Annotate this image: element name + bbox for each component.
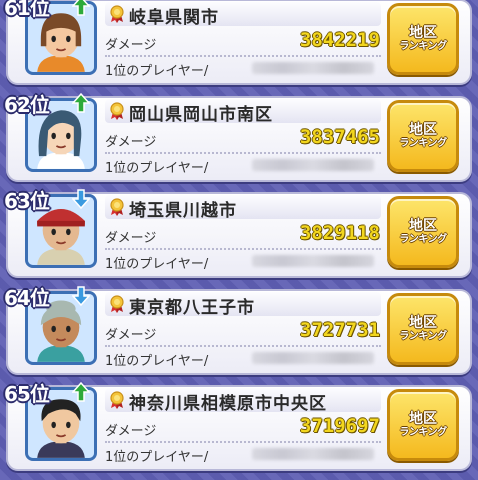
area-ranking-button-line1: 地区	[409, 121, 437, 138]
trend-down-arrow-icon	[71, 285, 91, 306]
city-title-bar: 神奈川県相模原市中央区	[105, 388, 381, 414]
divider	[105, 55, 381, 57]
damage-label: ダメージ	[105, 38, 157, 53]
damage-label: ダメージ	[105, 134, 157, 150]
area-ranking-button-line2: ランキング	[399, 330, 447, 342]
trend-up-arrow-icon	[71, 92, 91, 113]
ranking-row: 63位 埼玉県川越市 ダメージ 3829118 1位のプレイヤー/ 地区 ランキ…	[0, 187, 478, 279]
city-title-bar: 東京都八王子市	[105, 291, 381, 318]
area-ranking-button[interactable]: 地区 ランキング	[387, 99, 459, 172]
damage-value: 3727731	[299, 318, 380, 341]
city-name: 埼玉県川越市	[129, 201, 237, 221]
ranking-row: 65位 神奈川県相模原市中央区 ダメージ 3719697 1位のプレイヤー/ 地…	[0, 380, 478, 472]
top-player-name-blurred	[252, 158, 374, 171]
top-player-name-blurred	[252, 448, 374, 460]
top-player-label: 1位のプレイヤー/	[105, 353, 209, 369]
area-ranking-button-line1: 地区	[409, 314, 437, 331]
divider	[105, 441, 381, 443]
area-ranking-button[interactable]: 地区 ランキング	[387, 292, 459, 365]
ranking-row: 64位 東京都八王子市 ダメージ 3727731 1位のプレイヤー/ 地区 ラン…	[0, 284, 478, 376]
area-ranking-button-line1: 地区	[409, 218, 437, 235]
top-player-name-blurred	[252, 351, 374, 364]
top-player-label: 1位のプレイヤー/	[105, 160, 209, 176]
damage-value: 3842219	[299, 29, 380, 51]
ranking-row: 62位 岡山県岡山市南区 ダメージ 3837465 1位のプレイヤー/ 地区 ラ…	[0, 91, 478, 183]
area-ranking-button-line2: ランキング	[399, 137, 447, 149]
damage-label: ダメージ	[105, 327, 157, 343]
divider	[105, 248, 381, 250]
city-name: 東京都八王子市	[129, 297, 255, 318]
ranking-row: 61位 岐阜県関市 ダメージ 3842219 1位のプレイヤー/ 地区 ランキン…	[0, 0, 478, 86]
top-player-label: 1位のプレイヤー/	[105, 257, 209, 272]
trend-up-arrow-icon	[71, 381, 91, 402]
area-ranking-button-line1: 地区	[409, 25, 437, 42]
area-ranking-button-line2: ランキング	[399, 427, 447, 439]
top-player-label: 1位のプレイヤー/	[105, 450, 209, 465]
city-name: 岐阜県関市	[129, 8, 219, 28]
area-ranking-button[interactable]: 地区 ランキング	[387, 3, 459, 75]
area-ranking-button[interactable]: 地区 ランキング	[387, 196, 459, 268]
rank-label: 61位	[4, 0, 50, 20]
medal-icon	[109, 391, 125, 409]
medal-icon	[109, 101, 125, 120]
damage-value: 3829118	[299, 222, 380, 244]
area-ranking-button[interactable]: 地区 ランキング	[387, 389, 459, 461]
medal-icon	[109, 198, 125, 216]
trend-down-arrow-icon	[71, 189, 91, 210]
top-player-label: 1位のプレイヤー/	[105, 64, 209, 79]
city-title-bar: 岐阜県関市	[105, 2, 381, 28]
top-player-name-blurred	[252, 255, 374, 267]
rank-label: 63位	[4, 189, 50, 213]
area-ranking-button-line2: ランキング	[399, 234, 447, 246]
medal-icon	[109, 294, 125, 313]
rank-label: 65位	[4, 382, 50, 406]
city-name: 岡山県岡山市南区	[129, 104, 273, 125]
damage-value: 3837465	[299, 125, 380, 148]
damage-value: 3719697	[299, 415, 380, 437]
area-ranking-button-line2: ランキング	[399, 41, 447, 53]
rank-label: 64位	[4, 285, 50, 310]
rank-label: 62位	[4, 92, 50, 117]
divider	[105, 151, 381, 154]
damage-label: ダメージ	[105, 231, 157, 246]
trend-up-arrow-icon	[71, 0, 91, 16]
medal-icon	[109, 5, 125, 23]
top-player-name-blurred	[252, 62, 374, 74]
city-title-bar: 岡山県岡山市南区	[105, 98, 381, 125]
city-name: 神奈川県相模原市中央区	[129, 394, 327, 414]
damage-label: ダメージ	[105, 424, 157, 439]
city-title-bar: 埼玉県川越市	[105, 195, 381, 221]
divider	[105, 344, 381, 347]
area-ranking-button-line1: 地区	[409, 411, 437, 428]
